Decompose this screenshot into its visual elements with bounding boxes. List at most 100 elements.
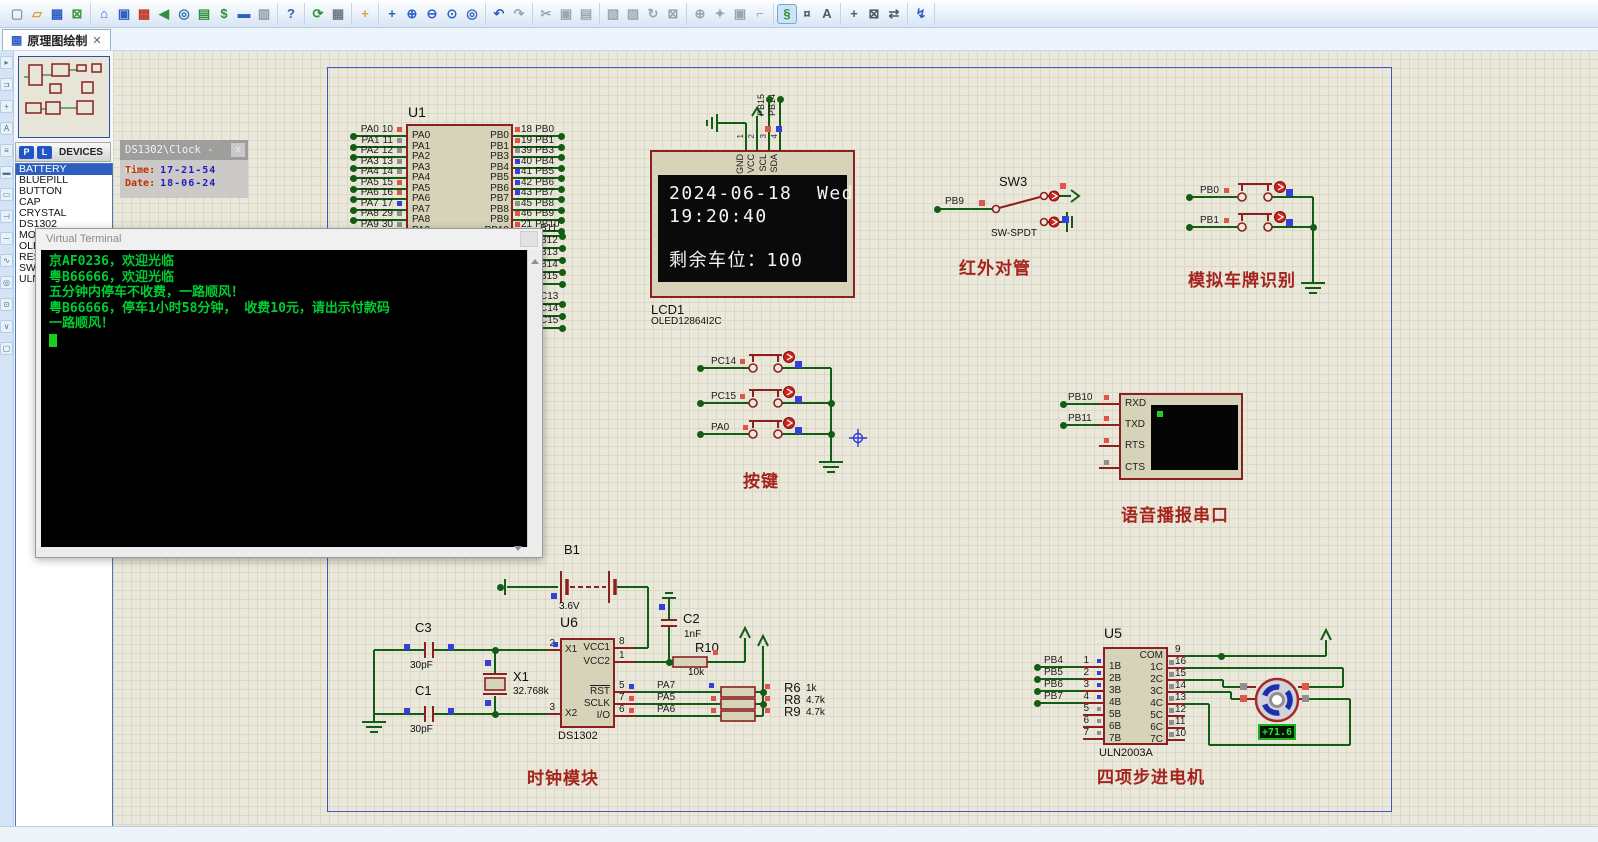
lcd-part: OLED12864I2C [651,316,722,327]
virtual-terminal-titlebar[interactable]: Virtual Terminal [36,229,542,249]
decompose-icon[interactable]: ⌐ [750,4,770,24]
graph-mode-icon[interactable]: ∿ [0,254,13,267]
report-icon[interactable]: ▥ [254,4,274,24]
voice-pin-name: TXD [1125,419,1145,430]
pin-state-marker [709,683,714,688]
block-copy-icon[interactable]: ▧ [603,4,623,24]
pin-state-marker [397,127,402,132]
component-mode-icon[interactable]: ⊐ [0,78,13,91]
save-project-icon[interactable]: ▦ [47,4,67,24]
zoom-in-icon[interactable]: ⊕ [402,4,422,24]
pin-state-marker [1169,732,1174,737]
subcircuit-mode-icon[interactable]: ▭ [0,188,13,201]
pin-number: 45 [521,197,533,209]
bus-mode-icon[interactable]: ▬ [0,166,13,179]
net-label: PB10 [1068,392,1093,403]
net-name: PA1 [361,134,380,146]
pin-mode-icon[interactable]: ─ [0,232,13,245]
junction-dot [558,185,565,193]
probe-mode-icon[interactable]: ∨ [0,320,13,333]
packaging-tool-icon[interactable]: ▣ [730,4,750,24]
wire-label-mode-icon[interactable]: A [0,122,13,135]
undo-icon[interactable]: ↶ [489,4,509,24]
virtual-terminal-window[interactable]: Virtual Terminal 京AF0236，欢迎光临 粤B66666，欢迎光… [35,228,543,558]
block-move-icon[interactable]: ▨ [623,4,643,24]
selection-mode-icon[interactable]: ▸ [0,56,13,69]
3d-viewer-icon[interactable]: ◀ [154,4,174,24]
home-icon[interactable]: ⌂ [94,4,114,24]
new-sheet-icon[interactable]: + [844,4,864,24]
junction-dot [559,325,566,332]
new-project-icon[interactable]: ▢ [7,4,27,24]
junction-mode-icon[interactable]: + [0,100,13,113]
u1-pin-name: PA6 [412,193,431,204]
net-label: PB11 [1068,413,1092,424]
u6-pin-name: VCC1 [583,642,610,653]
bill-of-materials-icon[interactable]: $ [214,4,234,24]
scroll-up-icon[interactable] [530,255,539,264]
zoom-out-icon[interactable]: ⊖ [422,4,442,24]
u1-pin-name: PB6 [490,182,509,194]
refresh-icon[interactable]: ⟳ [308,4,328,24]
clock-module-b1-ref: B1 [564,542,580,557]
tape-mode-icon[interactable]: ◎ [0,276,13,289]
terminal-mode-icon[interactable]: ⊣ [0,210,13,223]
close-project-icon[interactable]: ⊠ [67,4,87,24]
cut-icon[interactable]: ✂ [536,4,556,24]
tab-close-icon[interactable]: ✕ [92,34,101,47]
u1-net-label: PA3 13 [347,156,393,167]
ds1302-clock-popup[interactable]: DS1302\Clock - U6 x Time: 17-21-54 Date:… [120,140,248,198]
exchange-sheet-icon[interactable]: ⇄ [884,4,904,24]
property-assignment-icon[interactable]: A [817,4,837,24]
design-explorer-icon[interactable]: ▤ [194,4,214,24]
instrument-mode-icon[interactable]: ▢ [0,342,13,355]
copy-icon[interactable]: ▣ [556,4,576,24]
library-button[interactable]: L [37,145,52,159]
ruler-icon[interactable]: ▬ [234,4,254,24]
junction-dot [559,301,566,308]
virtual-terminal-menu-box[interactable] [520,231,538,247]
remove-sheet-icon[interactable]: ⊠ [864,4,884,24]
block-rotate-icon[interactable]: ↻ [643,4,663,24]
generator-mode-icon[interactable]: ⊙ [0,298,13,311]
origin-icon[interactable]: + [355,4,375,24]
zoom-full-icon[interactable]: ◎ [462,4,482,24]
text-mode-icon[interactable]: ≡ [0,144,13,157]
zoom-region-icon[interactable]: ⊙ [442,4,462,24]
toggle-grid-icon[interactable]: ▦ [328,4,348,24]
u1-net-label: PA6 16 [347,187,393,198]
virtual-terminal-vscrollbar[interactable] [527,250,541,547]
pin-state-marker [711,708,716,713]
pick-parts-button[interactable]: P [19,145,34,159]
paste-icon[interactable]: ▤ [576,4,596,24]
junction-dot [1218,653,1225,660]
pcb-layout-icon[interactable]: ▩ [134,4,154,24]
help-icon[interactable]: ? [281,4,301,24]
virtual-terminal-hscrollbar[interactable] [36,546,542,557]
make-device-icon[interactable]: ✦ [710,4,730,24]
pin-state-marker [397,190,402,195]
lcd-pin-name: VCC [746,154,756,174]
redo-icon[interactable]: ↷ [509,4,529,24]
electrical-rule-check-icon[interactable]: ↯ [911,4,931,24]
gerber-viewer-icon[interactable]: ◎ [174,4,194,24]
junction-dot [697,400,704,407]
junction-dot [492,711,499,718]
pick-device-icon[interactable]: ⊕ [690,4,710,24]
pan-icon[interactable]: + [382,4,402,24]
wire-autorouter-icon[interactable]: § [777,3,797,24]
ds1302-popup-close-icon[interactable]: x [231,143,245,157]
pin-state-marker [1302,695,1309,702]
pin-state-marker [485,660,491,666]
preview-drawing [24,63,102,115]
scroll-down-icon[interactable] [514,546,522,555]
pin-state-marker [795,396,802,403]
search-icon[interactable]: ¤ [797,4,817,24]
schematic-capture-icon[interactable]: ▣ [114,4,134,24]
block-delete-icon[interactable]: ⊠ [663,4,683,24]
open-project-icon[interactable]: ▱ [27,4,47,24]
net-label: PB1 [1200,215,1219,226]
tab-schematic[interactable]: ▦ 原理图绘制 ✕ [2,29,111,50]
devices-header: P L DEVICES [15,142,111,162]
u1-ref: U1 [408,104,426,120]
